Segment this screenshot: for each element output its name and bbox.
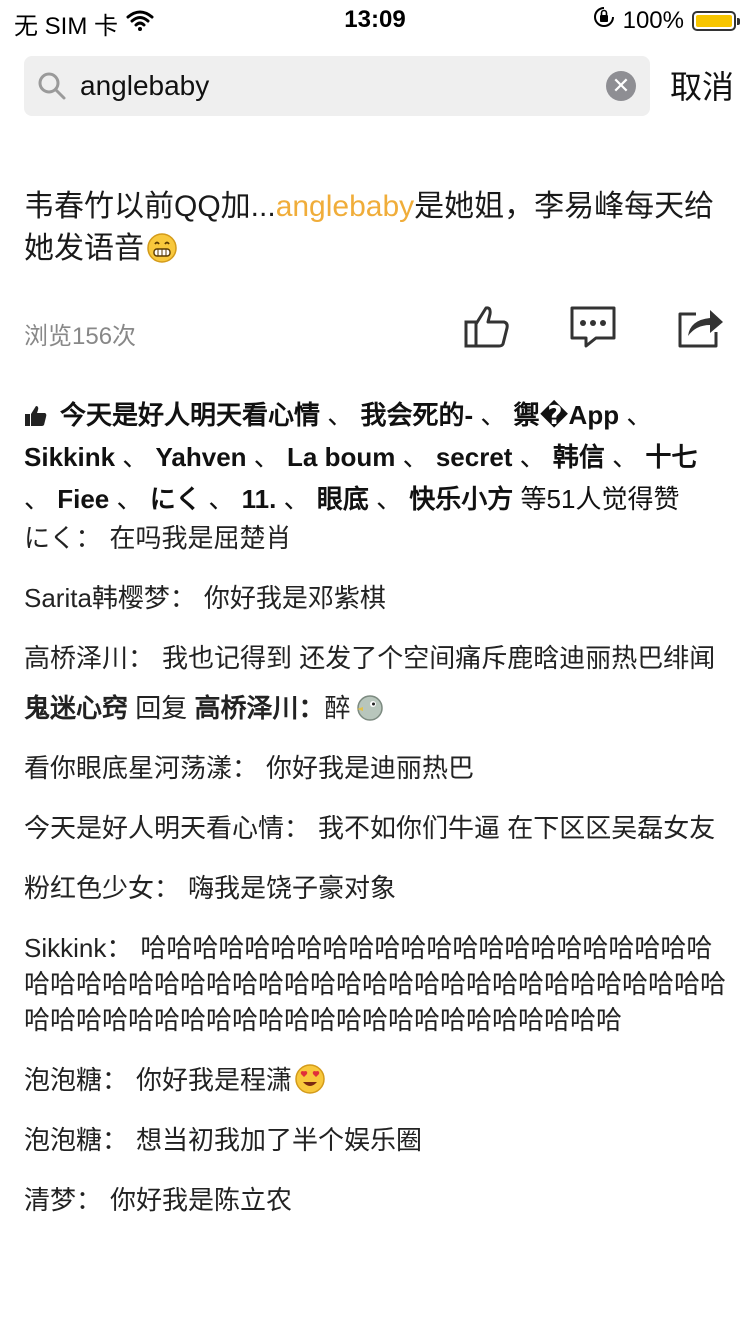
like-icon[interactable] <box>462 302 512 352</box>
comment-author[interactable]: 高桥泽川： <box>24 643 154 673</box>
status-right: 100% <box>593 6 740 35</box>
liker-separator: 、 <box>604 442 646 472</box>
reply-to[interactable]: 高桥泽川： <box>195 693 325 723</box>
reply-from[interactable]: 鬼迷心窍 <box>24 693 128 723</box>
comment-item[interactable]: 看你眼底星河荡漾： 你好我是迪丽热巴 <box>24 750 726 786</box>
comment-item[interactable]: 粉红色少女： 嗨我是饶子豪对象 <box>24 870 726 906</box>
comment-author[interactable]: 清梦： <box>24 1185 102 1215</box>
comment-text: 嗨我是饶子豪对象 <box>188 873 397 903</box>
reply-verb: 回复 <box>135 693 188 723</box>
liker-name[interactable]: 快乐小方 <box>409 484 513 514</box>
comment-author[interactable]: 粉红色少女： <box>24 873 180 903</box>
liker-separator: 、 <box>512 442 553 472</box>
comment-item[interactable]: Sikkink： 哈哈哈哈哈哈哈哈哈哈哈哈哈哈哈哈哈哈哈哈哈哈哈哈哈哈哈哈哈哈哈哈… <box>24 930 726 1038</box>
comment-author[interactable]: 今天是好人明天看心情： <box>24 813 310 843</box>
comment-text: 你好我是程潇 <box>136 1065 293 1095</box>
liker-name[interactable]: secret <box>436 442 513 472</box>
liker-name[interactable]: Sikkink <box>24 442 115 472</box>
comment-author[interactable]: 看你眼底星河荡漾： <box>24 753 258 783</box>
liker-name[interactable]: Yahven <box>156 442 247 472</box>
comment-item[interactable]: Sarita韩樱梦： 你好我是邓紫棋 <box>24 580 726 616</box>
liker-separator: 、 <box>276 484 317 514</box>
comment-text: 你好我是邓紫棋 <box>203 583 386 613</box>
search-row: ✕ 取消 <box>0 40 750 116</box>
comment-item[interactable]: 泡泡糖： 你好我是程潇 <box>24 1062 726 1098</box>
comment-author[interactable]: 泡泡糖： <box>24 1065 128 1095</box>
battery-icon <box>692 10 740 31</box>
post-meta-row: 浏览156次 <box>0 300 750 370</box>
liker-name[interactable]: 我会死的- <box>360 400 473 430</box>
grin-emoji-icon <box>147 233 177 263</box>
comment-item[interactable]: 清梦： 你好我是陈立农 <box>24 1182 726 1218</box>
liker-separator: 、 <box>201 484 242 514</box>
liker-separator: 、 <box>473 400 514 430</box>
liker-separator: 、 <box>320 400 361 430</box>
title-prefix: 韦春竹以前QQ加... <box>24 190 276 223</box>
liker-name[interactable]: 十七 <box>645 442 697 472</box>
comment-text: 想当初我加了半个娱乐圈 <box>136 1125 423 1155</box>
comment-text: 你好我是迪丽热巴 <box>266 753 475 783</box>
view-count: 浏览156次 <box>24 323 137 350</box>
comment-icon[interactable] <box>568 302 618 352</box>
liker-separator: 、 <box>368 484 410 514</box>
battery-fill <box>696 14 732 27</box>
comments-section: にく： 在吗我是屈楚肖 Sarita韩樱梦： 你好我是邓紫棋 高桥泽川： 我也记得到 … <box>24 520 726 1218</box>
share-icon[interactable] <box>676 302 726 352</box>
orientation-lock-icon <box>593 6 615 35</box>
liker-name[interactable]: Fiee <box>57 484 109 514</box>
comment-text: 我不如你们牛逼 在下区区吴磊女友 <box>318 813 716 843</box>
liker-name[interactable]: 眼底 <box>317 484 369 514</box>
comment-text: 我也记得到 还发了个空间痛斥鹿晗迪丽热巴绯闻 <box>162 643 716 673</box>
comment-item[interactable]: 今天是好人明天看心情： 我不如你们牛逼 在下区区吴磊女友 <box>24 810 726 846</box>
comment-text: 你好我是陈立农 <box>110 1185 293 1215</box>
comment-author[interactable]: Sikkink： <box>24 933 132 963</box>
cancel-button[interactable]: 取消 <box>670 62 734 108</box>
post-title[interactable]: 韦春竹以前QQ加...anglebaby是她姐，李易峰每天给她发语音 <box>24 186 726 270</box>
comment-item[interactable]: にく： 在吗我是屈楚肖 <box>24 520 726 556</box>
battery-percent: 100% <box>622 6 684 34</box>
search-box[interactable]: ✕ <box>24 56 650 116</box>
liker-separator: 、 <box>246 442 288 472</box>
comment-author[interactable]: にく： <box>24 523 101 553</box>
title-highlight: anglebaby <box>275 190 415 223</box>
reply-text: 醉 <box>324 693 351 723</box>
liker-separator: 、 <box>395 442 436 472</box>
comment-text: 在吗我是屈楚肖 <box>109 523 292 553</box>
liker-separator: 、 <box>24 484 58 514</box>
likes-summary: 等51人觉得赞 <box>520 484 680 514</box>
reply-item[interactable]: 鬼迷心窍 回复 高桥泽川：醉 <box>24 690 726 726</box>
status-bar: 无 SIM 卡 13:09 100% <box>0 0 750 40</box>
search-input[interactable] <box>80 64 600 108</box>
comment-author[interactable]: 泡泡糖： <box>24 1125 128 1155</box>
liker-separator: 、 <box>619 400 653 430</box>
battery-tip <box>737 17 740 25</box>
search-icon <box>36 70 68 107</box>
like-small-icon <box>25 406 47 426</box>
liker-separator: 、 <box>115 442 156 472</box>
liker-name[interactable]: 今天是好人明天看心情 <box>60 400 320 430</box>
clear-search-icon[interactable]: ✕ <box>606 71 636 101</box>
liker-name[interactable]: 11. <box>242 484 277 514</box>
heart-eyes-emoji-icon <box>295 1064 325 1094</box>
liker-name[interactable]: La boum <box>287 442 395 472</box>
liker-separator: 、 <box>109 484 150 514</box>
bird-emoji-icon <box>356 695 383 721</box>
liker-name[interactable]: 韩信 <box>553 442 605 472</box>
likes-list: 今天是好人明天看心情 、 我会死的- 、 禦�App 、 Sikkink 、 Y… <box>24 394 726 520</box>
comment-item[interactable]: 高桥泽川： 我也记得到 还发了个空间痛斥鹿晗迪丽热巴绯闻 <box>24 640 726 676</box>
comment-author[interactable]: Sarita韩樱梦： <box>24 583 196 613</box>
liker-name[interactable]: 禦�App <box>514 400 620 430</box>
comment-item[interactable]: 泡泡糖： 想当初我加了半个娱乐圈 <box>24 1122 726 1158</box>
liker-name[interactable]: にく <box>150 484 201 514</box>
